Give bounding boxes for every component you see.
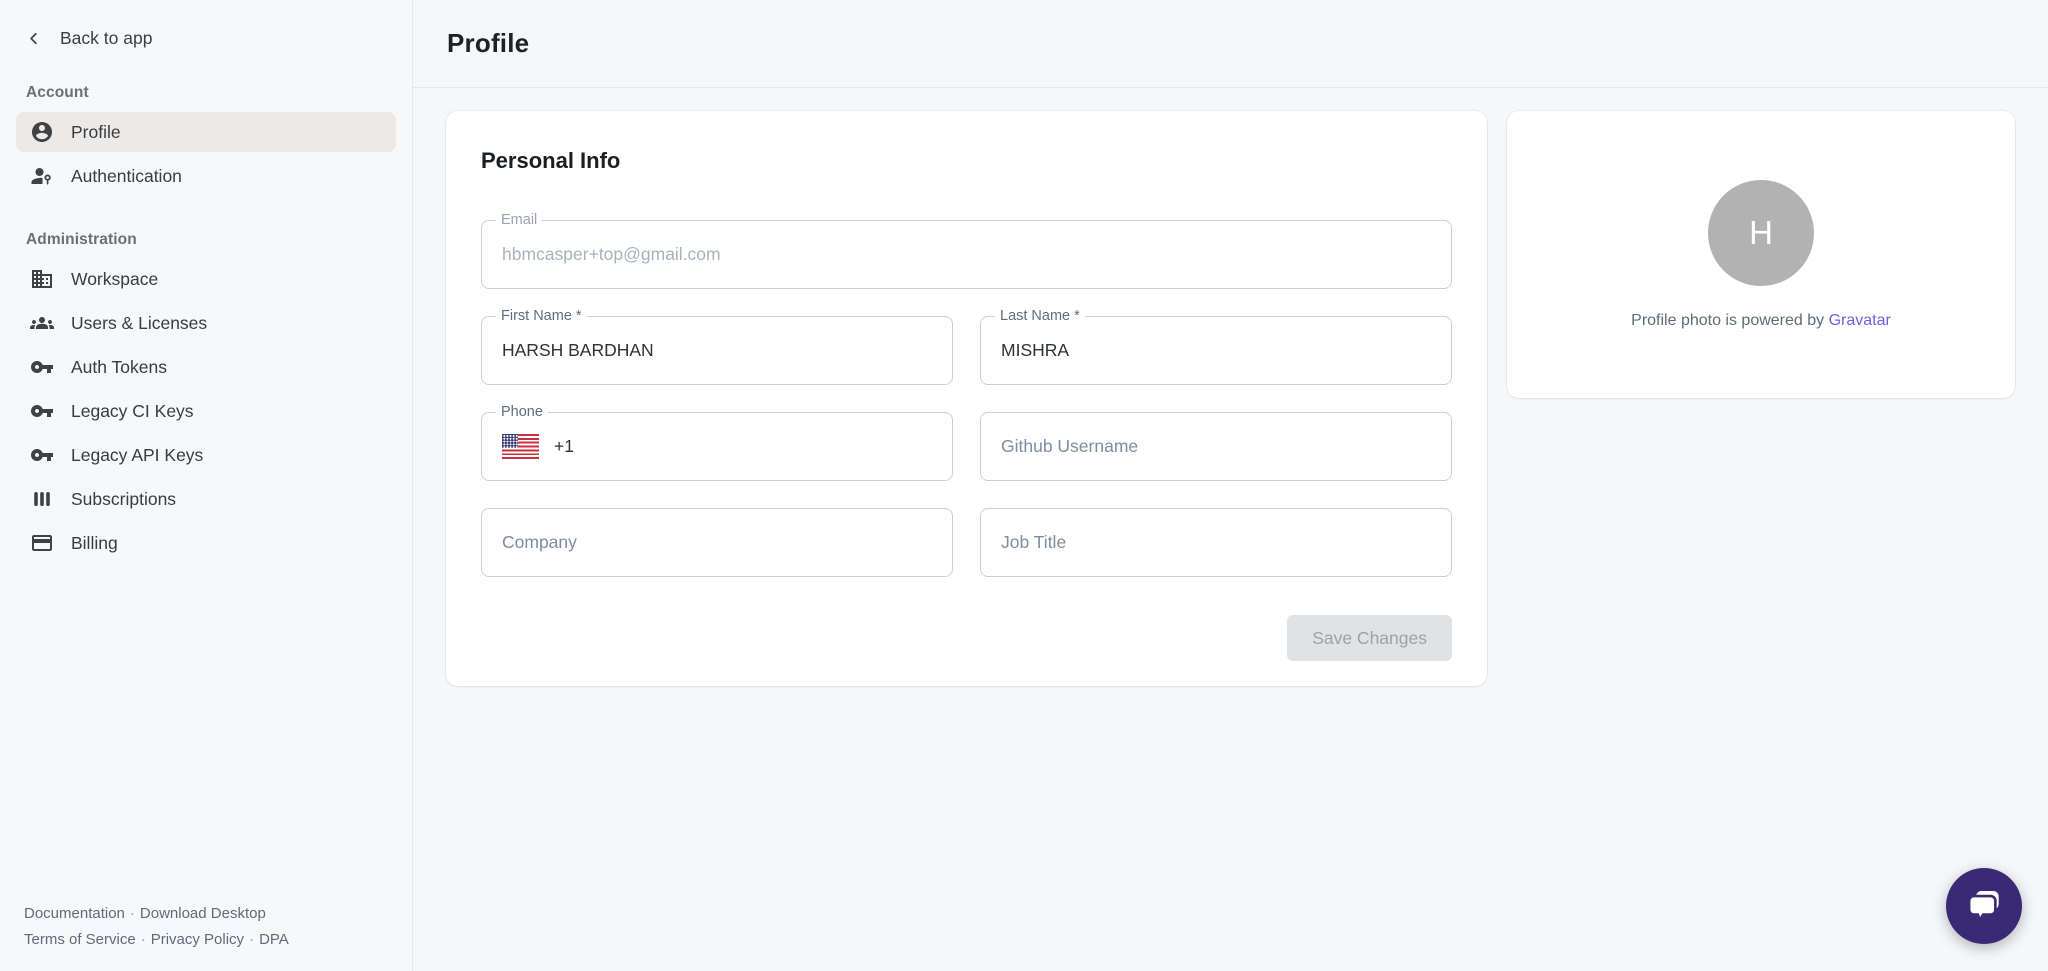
- last-name-input[interactable]: [1001, 340, 1431, 361]
- form-actions: Save Changes: [481, 615, 1452, 661]
- dpa-link[interactable]: DPA: [259, 931, 289, 948]
- gravatar-link[interactable]: Gravatar: [1829, 312, 1891, 329]
- us-flag-icon[interactable]: [502, 434, 539, 459]
- personal-info-card: Personal Info Email First Name * Last Na…: [446, 111, 1487, 686]
- person-key-icon: [30, 164, 54, 188]
- sidebar-item-label: Users & Licenses: [71, 313, 207, 334]
- email-input[interactable]: [502, 244, 1431, 265]
- last-name-field-label: Last Name *: [995, 308, 1085, 325]
- first-name-field-label: First Name *: [496, 308, 587, 325]
- gravatar-caption: Profile photo is powered by Gravatar: [1631, 312, 1891, 330]
- dot-separator: ·: [130, 905, 135, 922]
- sidebar-item-label: Profile: [71, 122, 121, 143]
- sidebar-item-profile[interactable]: Profile: [16, 112, 396, 152]
- key-icon: [30, 399, 54, 423]
- sidebar-item-label: Legacy API Keys: [71, 445, 203, 466]
- save-changes-button[interactable]: Save Changes: [1287, 615, 1452, 661]
- credit-card-icon: [30, 531, 54, 555]
- dial-code: +1: [554, 436, 574, 457]
- dot-separator: ·: [249, 931, 254, 948]
- first-name-input[interactable]: [502, 340, 932, 361]
- gravatar-card: H Profile photo is powered by Gravatar: [1507, 111, 2015, 398]
- first-name-field: First Name *: [481, 316, 953, 385]
- avatar-letter: H: [1749, 214, 1773, 252]
- phone-field: Phone +1: [481, 412, 953, 481]
- card-title: Personal Info: [481, 148, 1452, 174]
- sidebar-item-legacy-ci-keys[interactable]: Legacy CI Keys: [16, 391, 396, 431]
- sidebar-spacer: [0, 567, 412, 901]
- job-title-input[interactable]: [1001, 532, 1431, 553]
- github-username-input[interactable]: [1001, 436, 1431, 457]
- sidebar-item-workspace[interactable]: Workspace: [16, 259, 396, 299]
- dot-separator: ·: [141, 931, 146, 948]
- page-title: Profile: [447, 28, 529, 59]
- email-field: Email: [481, 220, 1452, 289]
- avatar: H: [1708, 180, 1814, 286]
- company-field: [481, 508, 953, 577]
- privacy-policy-link[interactable]: Privacy Policy: [151, 931, 244, 948]
- sidebar-item-subscriptions[interactable]: Subscriptions: [16, 479, 396, 519]
- name-row: First Name * Last Name *: [481, 316, 1452, 385]
- phone-field-label: Phone: [496, 404, 548, 421]
- email-field-label: Email: [496, 212, 542, 229]
- chat-bubbles-icon: [1963, 885, 2005, 927]
- person-circle-icon: [30, 120, 54, 144]
- back-to-app-button[interactable]: Back to app: [0, 0, 412, 49]
- phone-github-row: Phone +1: [481, 412, 1452, 481]
- job-title-field: [980, 508, 1452, 577]
- sidebar-item-label: Authentication: [71, 166, 182, 187]
- building-icon: [30, 267, 54, 291]
- sidebar-item-label: Subscriptions: [71, 489, 176, 510]
- bars-icon: [30, 487, 54, 511]
- key-icon: [30, 443, 54, 467]
- gravatar-caption-text: Profile photo is powered by: [1631, 312, 1828, 329]
- section-label-account: Account: [26, 84, 396, 102]
- chevron-left-icon: [24, 29, 43, 48]
- footer-row-2: Terms of Service · Privacy Policy · DPA: [24, 927, 402, 953]
- key-icon: [30, 355, 54, 379]
- sidebar: Back to app Account Profile Authenticati…: [0, 0, 413, 971]
- chat-widget-button[interactable]: [1946, 868, 2022, 944]
- sidebar-nav: Account Profile Authentication Administr…: [0, 49, 412, 567]
- footer-row-1: Documentation · Download Desktop: [24, 901, 402, 927]
- sidebar-footer: Documentation · Download Desktop Terms of …: [0, 901, 412, 971]
- last-name-field: Last Name *: [980, 316, 1452, 385]
- main-area: Profile Personal Info Email First Name *…: [413, 0, 2048, 971]
- sidebar-item-auth-tokens[interactable]: Auth Tokens: [16, 347, 396, 387]
- company-input[interactable]: [502, 532, 932, 553]
- phone-input[interactable]: [584, 436, 932, 457]
- back-to-app-label: Back to app: [60, 28, 152, 49]
- github-username-field: [980, 412, 1452, 481]
- terms-of-service-link[interactable]: Terms of Service: [24, 931, 136, 948]
- page-header: Profile: [413, 0, 2048, 88]
- sidebar-item-users-licenses[interactable]: Users & Licenses: [16, 303, 396, 343]
- sidebar-item-legacy-api-keys[interactable]: Legacy API Keys: [16, 435, 396, 475]
- download-desktop-link[interactable]: Download Desktop: [140, 905, 266, 922]
- sidebar-item-label: Workspace: [71, 269, 158, 290]
- sidebar-item-authentication[interactable]: Authentication: [16, 156, 396, 196]
- section-label-administration: Administration: [26, 231, 396, 249]
- sidebar-item-label: Billing: [71, 533, 118, 554]
- sidebar-item-billing[interactable]: Billing: [16, 523, 396, 563]
- documentation-link[interactable]: Documentation: [24, 905, 125, 922]
- sidebar-item-label: Legacy CI Keys: [71, 401, 194, 422]
- company-job-row: [481, 508, 1452, 577]
- groups-icon: [30, 311, 54, 335]
- content: Personal Info Email First Name * Last Na…: [413, 88, 2048, 709]
- sidebar-item-label: Auth Tokens: [71, 357, 167, 378]
